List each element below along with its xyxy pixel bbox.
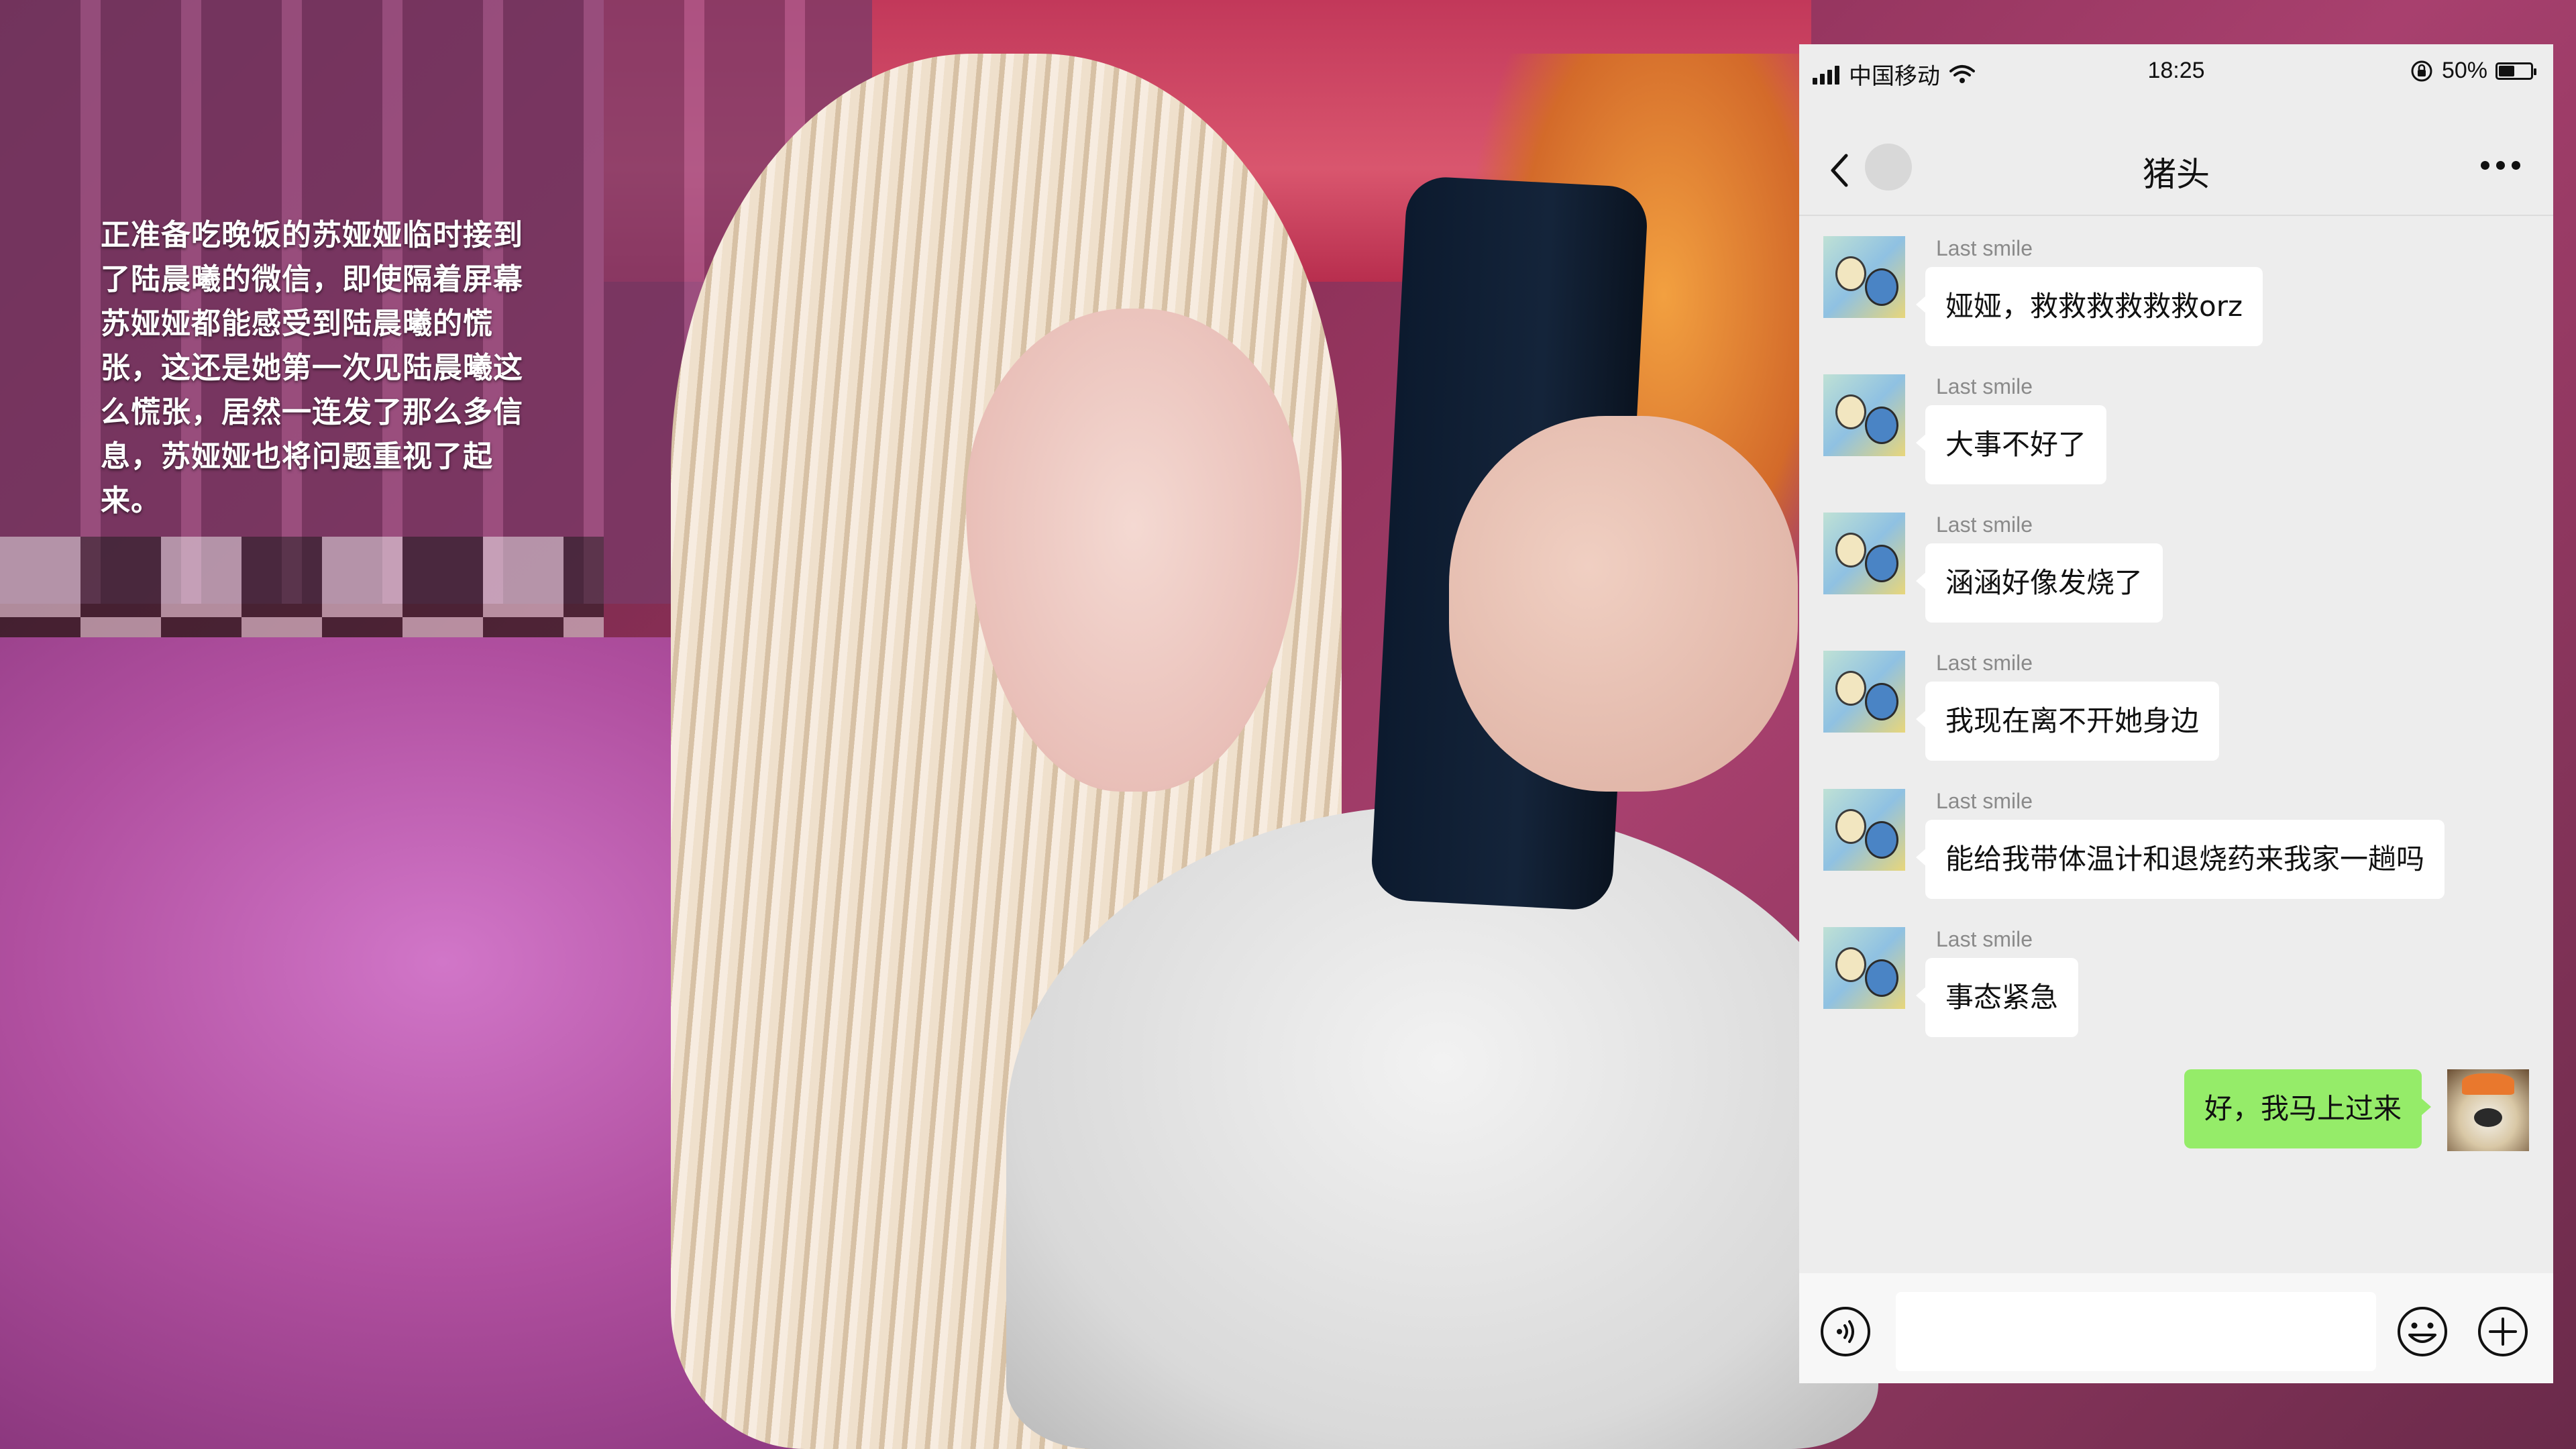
ellipsis-icon[interactable] (2481, 161, 2521, 172)
message-list[interactable]: Last smile 娅娅，救救救救救救orz Last smile 大事不好了… (1799, 216, 2553, 1312)
chat-title: 猪头 (2143, 155, 2210, 194)
sender-name: Last smile (1936, 789, 2033, 813)
incoming-message-bubble[interactable]: 涵涵好像发烧了 (1915, 543, 2163, 623)
status-bar: 中国移动 18:25 50% (1799, 44, 2553, 119)
incoming-message-bubble[interactable]: 大事不好了 (1915, 405, 2107, 484)
status-right: 50% (2410, 58, 2536, 84)
outgoing-message-bubble[interactable]: 好，我马上过来 (2184, 1069, 2432, 1148)
message-input[interactable] (1896, 1292, 2376, 1371)
my-avatar[interactable] (2447, 1069, 2529, 1151)
contact-avatar[interactable] (1823, 927, 1905, 1009)
sender-name: Last smile (1936, 927, 2033, 951)
incoming-message-bubble[interactable]: 娅娅，救救救救救救orz (1915, 267, 2263, 346)
incoming-message-bubble[interactable]: 事态紧急 (1915, 958, 2079, 1037)
contact-avatar[interactable] (1823, 651, 1905, 733)
chat-header: 猪头 (1799, 119, 2553, 216)
emoji-icon[interactable] (2396, 1305, 2449, 1358)
sender-name: Last smile (1936, 651, 2033, 675)
battery-percent: 50% (2441, 58, 2487, 83)
rotation-lock-icon (2411, 60, 2432, 81)
plus-circle-icon[interactable] (2477, 1305, 2529, 1358)
incoming-message-bubble[interactable]: 我现在离不开她身边 (1915, 682, 2220, 761)
input-bar-background (1799, 1273, 2553, 1383)
voice-icon[interactable] (1819, 1305, 1872, 1358)
sender-name: Last smile (1936, 374, 2033, 398)
battery-icon (2496, 62, 2536, 80)
contact-avatar[interactable] (1823, 789, 1905, 871)
sender-name: Last smile (1936, 513, 2033, 537)
contact-avatar[interactable] (1823, 374, 1905, 456)
input-bar (1799, 1273, 2553, 1383)
contact-avatar[interactable] (1823, 513, 1905, 594)
sender-name: Last smile (1936, 236, 2033, 260)
character-hand (1449, 416, 1798, 792)
story-caption: 正准备吃晚饭的苏娅娅临时接到了陆晨曦的微信，即使隔着屏幕苏娅娅都能感受到陆晨曦的… (101, 218, 523, 518)
contact-avatar[interactable] (1823, 236, 1905, 318)
chat-screen: 中国移动 18:25 50% 猪头 Last smile 娅娅，救救救救救救or… (1799, 44, 2553, 1383)
incoming-message-bubble[interactable]: 能给我带体温计和退烧药来我家一趟吗 (1915, 820, 2445, 899)
